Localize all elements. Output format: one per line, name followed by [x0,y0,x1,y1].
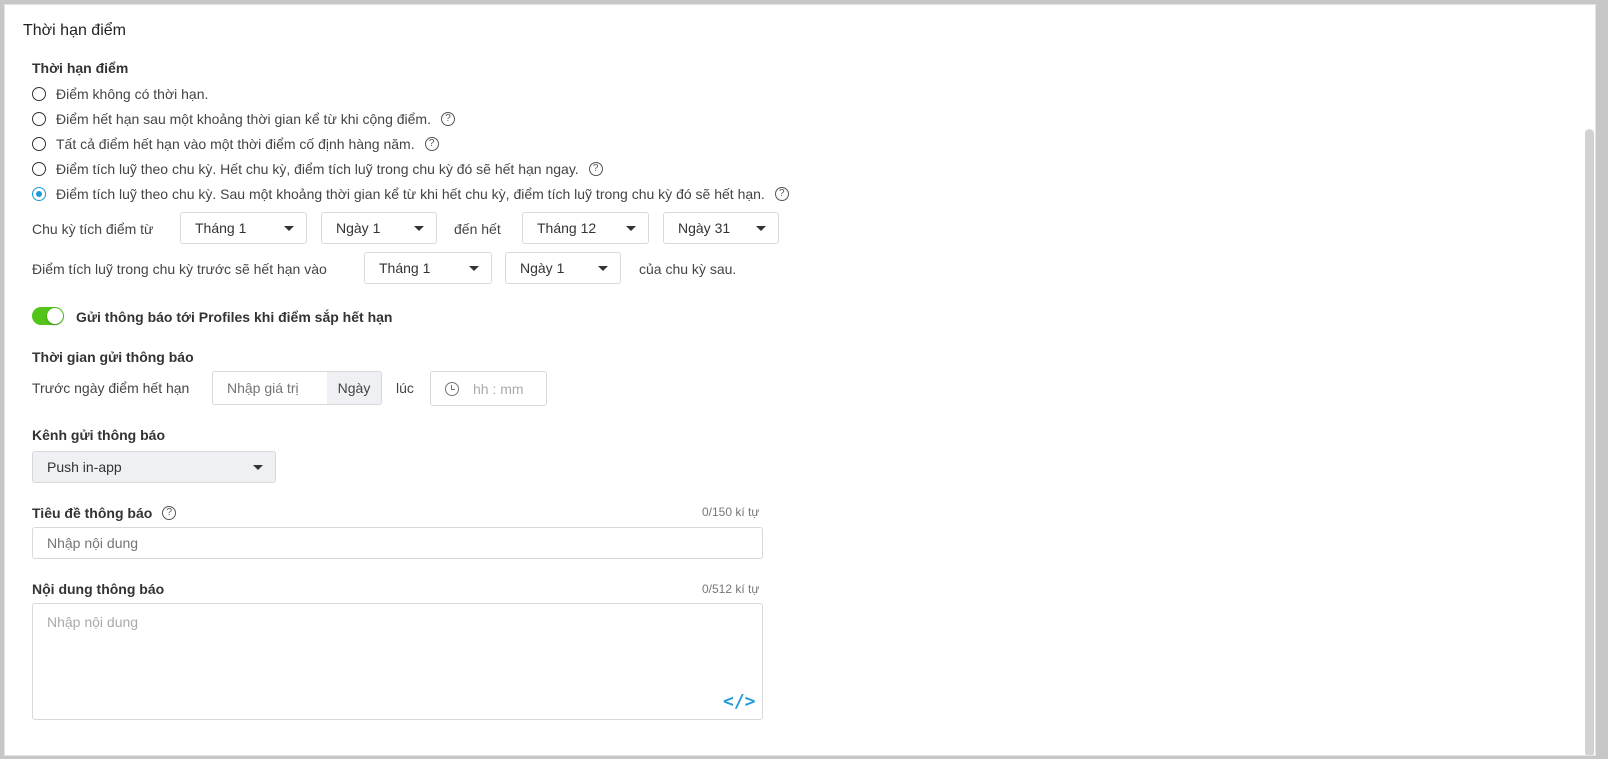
select-value: Push in-app [47,459,122,475]
caret-down-icon [756,226,766,231]
title-counter: 0/150 kí tự [702,505,760,519]
code-icon[interactable]: </> [723,691,756,712]
cycle-from-month-select[interactable]: Tháng 1 [180,212,307,244]
cycle-to-label: đến hết [454,221,501,237]
expiry-option-label: Điểm tích luỹ theo chu kỳ. Sau một khoản… [56,186,765,202]
caret-down-icon [469,266,479,271]
caret-down-icon [598,266,608,271]
prev-cycle-day-select[interactable]: Ngày 1 [505,252,621,284]
prev-cycle-month-select[interactable]: Tháng 1 [364,252,492,284]
radio-button[interactable] [32,87,46,101]
channel-label: Kênh gửi thông báo [32,427,166,443]
caret-down-icon [253,465,263,470]
cycle-to-month-select[interactable]: Tháng 12 [522,212,649,244]
expiry-option-3[interactable]: Tất cả điểm hết hạn vào một thời điểm cố… [32,134,439,154]
select-value: Ngày 1 [520,260,565,276]
caret-down-icon [284,226,294,231]
days-unit-addon: Ngày [327,371,382,405]
select-value: Tháng 12 [537,220,597,236]
title-field-label: Tiêu đề thông báo [32,505,153,521]
help-icon[interactable]: ? [162,506,177,520]
channel-select[interactable]: Push in-app [32,451,276,483]
select-value: Ngày 1 [336,220,381,236]
notify-toggle[interactable] [32,307,64,325]
help-icon[interactable]: ? [774,187,789,201]
expiry-option-1[interactable]: Điểm không có thời hạn. [32,84,208,104]
days-before-input[interactable] [212,371,328,405]
scrollbar-thumb[interactable] [1585,129,1594,755]
expiry-label: Thời hạn điểm [32,60,129,76]
select-value: Ngày 31 [678,220,731,236]
section-title: Thời hạn điểm [23,22,126,39]
caret-down-icon [626,226,636,231]
select-value: Tháng 1 [195,220,247,236]
content-placeholder: Nhập nội dung [47,614,139,630]
settings-panel: Thời hạn điểm Thời hạn điểm Điểm không c… [4,4,1596,756]
expiry-option-label: Điểm hết hạn sau một khoảng thời gian kể… [56,111,431,127]
time-placeholder: hh : mm [473,380,524,397]
help-icon[interactable]: ? [424,137,439,151]
scrollbar-track[interactable] [1583,5,1595,755]
expiry-option-4[interactable]: Điểm tích luỹ theo chu kỳ. Hết chu kỳ, đ… [32,159,603,179]
before-expiry-label: Trước ngày điểm hết hạn [32,380,190,396]
prev-cycle-suffix: của chu kỳ sau. [639,261,737,277]
select-value: Tháng 1 [379,260,431,276]
cycle-from-label: Chu kỳ tích điểm từ [32,221,154,237]
cycle-to-day-select[interactable]: Ngày 31 [663,212,779,244]
radio-button-selected[interactable] [32,187,46,201]
expiry-option-2[interactable]: Điểm hết hạn sau một khoảng thời gian kể… [32,109,455,129]
title-input[interactable] [32,527,763,559]
notify-toggle-label: Gửi thông báo tới Profiles khi điểm sắp … [76,309,393,325]
cycle-from-day-select[interactable]: Ngày 1 [321,212,437,244]
prev-cycle-label: Điểm tích luỹ trong chu kỳ trước sẽ hết … [32,261,327,277]
toggle-knob [47,308,63,324]
radio-button[interactable] [32,137,46,151]
expiry-option-5[interactable]: Điểm tích luỹ theo chu kỳ. Sau một khoản… [32,184,789,204]
notify-time-title: Thời gian gửi thông báo [32,349,194,365]
radio-button[interactable] [32,112,46,126]
clock-icon [445,381,459,396]
content-textarea[interactable]: Nhập nội dung [32,603,763,720]
time-picker[interactable]: hh : mm [430,371,547,406]
expiry-option-label: Điểm không có thời hạn. [56,86,209,102]
help-icon[interactable]: ? [440,112,455,126]
radio-button[interactable] [32,162,46,176]
expiry-option-label: Điểm tích luỹ theo chu kỳ. Hết chu kỳ, đ… [56,161,579,177]
at-label: lúc [396,380,414,396]
content-field-label: Nội dung thông báo [32,581,165,597]
title-field-label-row: Tiêu đề thông báo ? [32,505,177,521]
content-counter: 0/512 kí tự [702,582,760,596]
help-icon[interactable]: ? [588,162,603,176]
caret-down-icon [414,226,424,231]
expiry-option-label: Tất cả điểm hết hạn vào một thời điểm cố… [56,136,415,152]
